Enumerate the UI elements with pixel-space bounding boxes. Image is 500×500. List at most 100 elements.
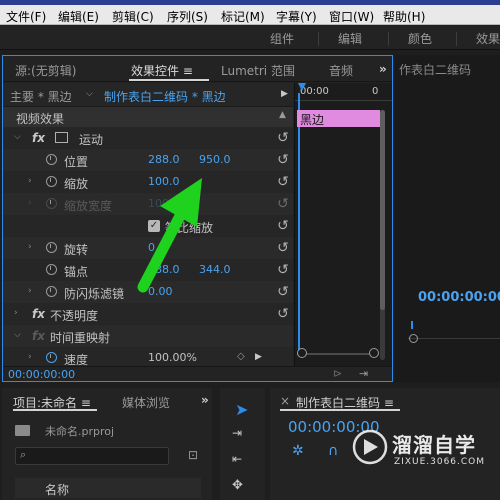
tab-sequence-name[interactable]: 作表白二维码 <box>399 61 471 78</box>
fx-badge[interactable]: fx <box>32 131 45 145</box>
speed-value[interactable]: 100.00% <box>148 351 197 364</box>
tools-panel: ➤ ⇥ ⇤ ✥ <box>220 388 265 500</box>
clip-bar-label: 黑边 <box>300 113 325 127</box>
fx-badge[interactable]: fx <box>32 307 45 321</box>
reset-icon[interactable]: ↺ <box>275 262 291 278</box>
menu-clip[interactable]: 剪辑(C) <box>112 8 154 25</box>
next-keyframe-icon[interactable]: ▶ <box>255 352 262 362</box>
rotation-value[interactable]: 0.0 <box>148 241 166 254</box>
collapse-up-icon[interactable]: ▲ <box>279 110 286 120</box>
more-tabs-button[interactable]: » <box>201 393 209 407</box>
program-zoom-handle[interactable] <box>409 334 418 343</box>
stopwatch-icon[interactable] <box>46 264 57 275</box>
menu-file[interactable]: 文件(F) <box>6 8 46 25</box>
twirl-right-icon: › <box>28 198 32 208</box>
clip-bar[interactable]: 黑边 <box>297 110 380 127</box>
tab-lumetri-scopes[interactable]: Lumetri 范围 <box>221 62 295 79</box>
selection-tool-icon[interactable]: ➤ <box>235 400 248 419</box>
stopwatch-icon[interactable] <box>46 242 57 253</box>
play-triangle-icon[interactable]: ▶ <box>281 89 288 99</box>
position-x-value[interactable]: 288.0 <box>148 153 180 166</box>
menu-sequence[interactable]: 序列(S) <box>167 8 208 25</box>
reset-icon[interactable]: ↺ <box>275 240 291 256</box>
twirl-down-icon[interactable]: ⌵ <box>14 330 21 340</box>
ripple-edit-tool-icon[interactable]: ⇤ <box>232 452 242 466</box>
tab-effect-controls[interactable]: 效果控件 ≡ <box>131 62 193 79</box>
master-clip-label[interactable]: 主要 * 黑边 <box>10 88 72 105</box>
reset-icon[interactable]: ↺ <box>275 152 291 168</box>
anchor-x-value[interactable]: 288.0 <box>148 263 180 276</box>
effect-row-motion[interactable]: ⌵ fx 运动 ↺ <box>3 127 293 149</box>
close-icon[interactable]: × <box>280 394 290 408</box>
scale-value[interactable]: 100.0 <box>148 175 180 188</box>
reset-icon[interactable]: ↺ <box>275 130 291 146</box>
filter-icon[interactable]: ⊳ <box>333 367 342 380</box>
property-row-anti-flicker: › 防闪烁滤镜 0.00 ↺ <box>3 281 293 303</box>
reset-icon[interactable]: ↺ <box>275 218 291 234</box>
program-playhead[interactable] <box>411 321 413 329</box>
tab-audio[interactable]: 音频 <box>329 62 353 79</box>
playhead[interactable] <box>298 93 300 355</box>
uniform-scale-checkbox[interactable]: ✓ <box>148 220 160 232</box>
export-icon[interactable]: ⇥ <box>359 367 368 380</box>
menu-help[interactable]: 帮助(H) <box>383 8 425 25</box>
tab-source[interactable]: 源:(无剪辑) <box>15 62 76 79</box>
twirl-right-icon[interactable]: › <box>14 308 18 318</box>
reset-icon[interactable]: ↺ <box>275 284 291 300</box>
effect-row-opacity[interactable]: › fx 不透明度 ↺ <box>3 303 293 325</box>
timeline-ruler <box>295 100 392 101</box>
reset-icon[interactable]: ↺ <box>275 196 291 212</box>
program-ruler <box>408 327 500 339</box>
tab-media-browser[interactable]: 媒体浏览 <box>122 394 170 411</box>
transform-box-icon[interactable] <box>55 132 68 143</box>
workspace-tab-color[interactable]: 颜色 <box>408 30 432 47</box>
razor-tool-icon[interactable]: ✥ <box>232 478 243 493</box>
workspace-tab-effects[interactable]: 效果 <box>476 30 500 47</box>
menu-marker[interactable]: 标记(M) <box>221 8 265 25</box>
twirl-right-icon[interactable]: › <box>28 352 32 362</box>
keyframe-diamond-icon[interactable]: ◇ <box>237 351 245 362</box>
zoom-slider-left-handle[interactable] <box>297 348 307 358</box>
twirl-right-icon[interactable]: › <box>28 176 32 186</box>
workspace-tab-assembly[interactable]: 组件 <box>270 30 294 47</box>
workspace-divider <box>388 32 389 46</box>
twirl-right-icon[interactable]: › <box>28 242 32 252</box>
project-search-input[interactable]: ⌕ <box>15 447 169 465</box>
fx-badge: fx <box>32 329 45 343</box>
menu-window[interactable]: 窗口(W) <box>329 8 374 25</box>
property-row-speed: › 速度 100.00% ◇ ▶ <box>3 347 293 366</box>
twirl-right-icon[interactable]: › <box>28 286 32 296</box>
anti-flicker-value[interactable]: 0.00 <box>148 285 173 298</box>
reset-icon[interactable]: ↺ <box>275 174 291 190</box>
folder-icon <box>15 425 30 436</box>
workspace-tab-editing[interactable]: 编辑 <box>338 30 362 47</box>
zoom-slider-track[interactable] <box>297 353 377 355</box>
stopwatch-icon[interactable] <box>46 352 57 363</box>
footer-timecode[interactable]: 00:00:00:00 <box>8 368 75 381</box>
vertical-scrollbar[interactable] <box>380 110 385 360</box>
position-y-value[interactable]: 950.0 <box>199 153 231 166</box>
chevron-down-icon[interactable]: ⌵ <box>86 89 93 99</box>
stopwatch-icon[interactable] <box>46 286 57 297</box>
new-bin-icon[interactable]: ⊡ <box>188 448 198 462</box>
project-panel: 项目:未命名 ≡ 媒体浏览 » 未命名.prproj ⌕ ⊡ 名称 <box>2 388 212 500</box>
motion-label: 运动 <box>79 133 104 147</box>
program-timecode[interactable]: 00:00:00:00 <box>418 290 500 305</box>
effect-row-time-remap[interactable]: ⌵ fx 时间重映射 <box>3 325 293 347</box>
stopwatch-icon[interactable] <box>46 154 57 165</box>
reset-icon[interactable]: ↺ <box>275 306 291 322</box>
scrollbar-thumb[interactable] <box>380 110 385 310</box>
twirl-down-icon[interactable]: ⌵ <box>14 132 21 142</box>
menu-edit[interactable]: 编辑(E) <box>58 8 99 25</box>
track-select-tool-icon[interactable]: ⇥ <box>232 426 242 440</box>
zoom-slider-right-handle[interactable] <box>369 348 379 358</box>
more-tabs-button[interactable]: » <box>379 62 387 76</box>
program-monitor-area: 作表白二维码 00:00:00:00 <box>395 55 500 382</box>
sequence-clip-label[interactable]: 制作表白二维码 * 黑边 <box>104 88 226 105</box>
anchor-y-value[interactable]: 344.0 <box>199 263 231 276</box>
stopwatch-icon[interactable] <box>46 176 57 187</box>
column-name-label[interactable]: 名称 <box>45 481 69 498</box>
menu-title[interactable]: 字幕(Y) <box>276 8 317 25</box>
linked-selection-icon[interactable]: ∩ <box>328 443 338 459</box>
snap-icon[interactable]: ✲ <box>292 443 304 459</box>
